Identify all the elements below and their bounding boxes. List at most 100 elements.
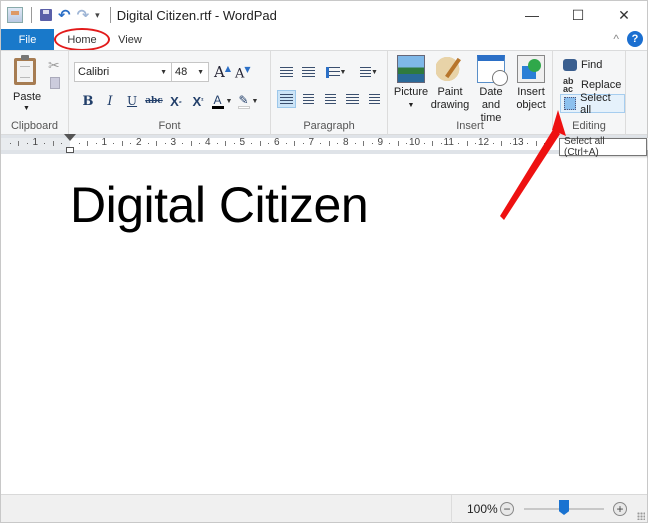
undo-icon[interactable]: ↶ xyxy=(58,8,71,23)
first-line-indent-handle[interactable] xyxy=(64,134,76,141)
help-icon[interactable]: ? xyxy=(627,31,643,47)
ruler-tick xyxy=(389,143,391,144)
ruler-tick xyxy=(251,143,253,144)
customize-qat-icon[interactable]: ▾ xyxy=(95,10,100,21)
collapse-ribbon-icon[interactable]: ^ xyxy=(613,32,619,46)
clipboard-group: Paste ▼ ✂ Clipboard xyxy=(1,51,69,135)
bullet-list-button[interactable]: ▼ xyxy=(321,63,351,81)
insert-picture-button[interactable]: Picture ▼ xyxy=(391,55,431,112)
ruler-number: 6 xyxy=(274,137,280,148)
font-size-value: 48 xyxy=(175,66,188,78)
bold-button[interactable]: B xyxy=(77,91,99,111)
ruler-tick xyxy=(95,143,97,144)
close-button[interactable]: ✕ xyxy=(601,1,647,29)
insert-picture-label: Picture xyxy=(393,86,429,98)
italic-button[interactable]: I xyxy=(99,91,121,111)
align-left-button[interactable] xyxy=(277,90,296,108)
ruler-tick xyxy=(259,141,261,146)
justify-button[interactable] xyxy=(343,90,362,108)
tab-home[interactable]: Home xyxy=(54,28,110,51)
ruler-tick xyxy=(78,143,80,144)
text-color-button[interactable]: A ▼ xyxy=(209,91,235,111)
strikethrough-button[interactable]: abc xyxy=(143,91,165,111)
ruler-tick xyxy=(216,143,218,144)
wordpad-window: ↶ ↷ ▾ Digital Citizen.rtf - WordPad — ☐ … xyxy=(0,0,648,523)
superscript-button[interactable]: X² xyxy=(187,91,209,111)
zoom-out-button[interactable]: − xyxy=(500,502,514,516)
align-right-icon xyxy=(325,93,336,105)
red-highlight-circle xyxy=(54,28,110,51)
ruler-tick xyxy=(363,141,365,146)
paste-clipboard-icon[interactable] xyxy=(14,55,36,85)
ruler-tick xyxy=(432,141,434,146)
paragraph-row-2 xyxy=(277,90,384,108)
paragraph-settings-button[interactable] xyxy=(365,90,384,108)
font-family-select[interactable]: Calibri ▼ xyxy=(74,62,172,82)
minimize-button[interactable]: — xyxy=(509,1,555,29)
subscript-button[interactable]: X₂ xyxy=(165,91,187,111)
resize-grip[interactable] xyxy=(637,512,645,520)
grow-font-icon[interactable]: A▲ xyxy=(214,63,231,81)
ruler-tick xyxy=(130,143,132,144)
text-color-glyph: A xyxy=(213,92,222,107)
ruler-tick xyxy=(492,143,494,144)
zoom-slider-thumb[interactable] xyxy=(559,500,569,515)
paint-drawing-button[interactable]: Paint drawing xyxy=(430,55,470,112)
find-label: Find xyxy=(581,58,603,71)
chevron-down-icon: ▼ xyxy=(339,68,347,76)
insert-object-button[interactable]: Insert object xyxy=(511,55,551,112)
cut-icon[interactable]: ✂ xyxy=(48,57,60,74)
window-title: Digital Citizen.rtf - WordPad xyxy=(116,7,277,23)
calendar-clock-icon xyxy=(477,55,508,86)
window-controls: — ☐ ✕ xyxy=(509,1,647,29)
highlight-color-button[interactable]: ✎ ▼ xyxy=(235,91,261,111)
ruler-tick xyxy=(156,141,158,146)
ruler-tick xyxy=(302,143,304,144)
object-shapes-icon xyxy=(517,55,545,83)
zoom-in-button[interactable]: + xyxy=(613,502,627,516)
highlighter-icon: ✎ xyxy=(237,94,250,109)
font-group-label: Font xyxy=(158,120,181,132)
quick-access-toolbar: ↶ ↷ ▾ xyxy=(1,1,111,29)
ruler-tick xyxy=(423,143,425,144)
ruler-tick xyxy=(190,141,192,146)
paste-dropdown-icon[interactable]: ▼ xyxy=(23,105,30,112)
arrow-shaft xyxy=(500,128,560,220)
ruler-tick xyxy=(337,143,339,144)
paste-button[interactable]: Paste xyxy=(13,91,41,103)
tab-view[interactable]: View xyxy=(108,29,152,50)
zoom-level-text: 100% xyxy=(467,502,498,516)
chevron-down-icon: ▼ xyxy=(197,68,204,76)
font-size-select[interactable]: 48 ▼ xyxy=(171,62,209,82)
left-indent-handle[interactable] xyxy=(66,147,74,153)
redo-icon[interactable]: ↷ xyxy=(77,8,90,23)
justify-icon xyxy=(346,93,359,105)
increase-indent-button[interactable] xyxy=(299,63,318,81)
replace-label: Replace xyxy=(581,78,622,91)
align-center-button[interactable] xyxy=(299,90,318,108)
ruler-tick xyxy=(354,143,356,144)
underline-button[interactable]: U xyxy=(121,91,143,111)
indent-marker[interactable] xyxy=(64,134,76,154)
save-icon[interactable] xyxy=(40,9,52,21)
paragraph-group-label: Paragraph xyxy=(303,120,355,132)
decrease-indent-button[interactable] xyxy=(277,63,296,81)
ruler-number: 5 xyxy=(239,137,246,148)
line-spacing-icon xyxy=(360,66,372,78)
ruler-tick xyxy=(458,143,460,144)
line-spacing-button[interactable]: ▼ xyxy=(354,63,384,81)
maximize-button[interactable]: ☐ xyxy=(555,1,601,29)
ruler-number: 10 xyxy=(409,137,421,148)
picture-icon xyxy=(397,55,425,83)
wordpad-app-icon[interactable] xyxy=(7,7,23,23)
chevron-down-icon: ▼ xyxy=(225,97,233,105)
tab-file[interactable]: File xyxy=(1,29,54,50)
shrink-font-icon[interactable]: A▼ xyxy=(235,65,251,81)
copy-icon[interactable] xyxy=(50,77,60,89)
paragraph-row-1: ▼ ▼ xyxy=(277,63,384,81)
align-right-button[interactable] xyxy=(321,90,340,108)
ruler-tick xyxy=(113,143,115,144)
document-text[interactable]: Digital Citizen xyxy=(70,176,369,234)
find-button[interactable]: Find xyxy=(560,55,605,74)
ruler-tick xyxy=(466,141,468,146)
